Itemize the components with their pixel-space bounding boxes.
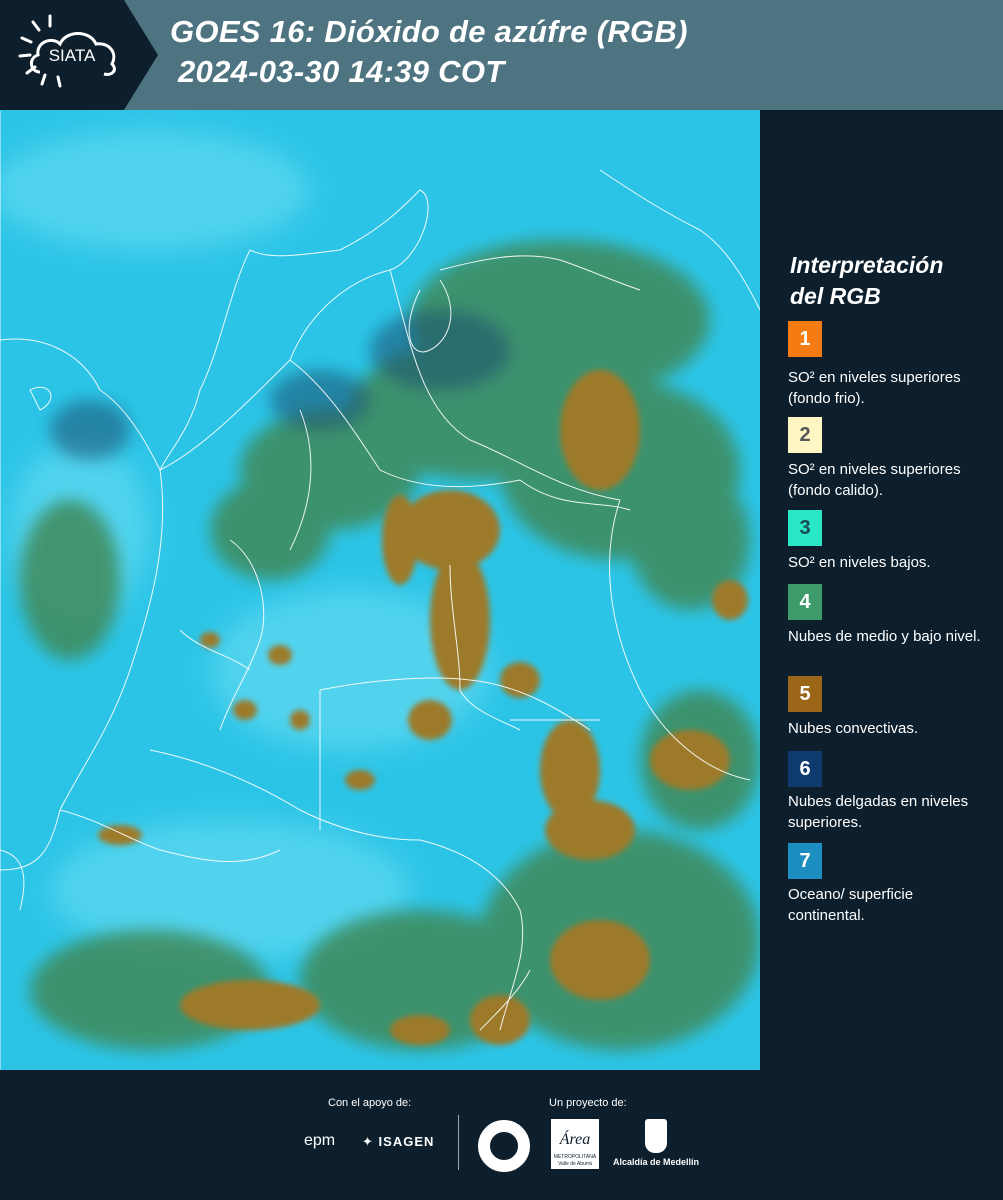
footer: Con el apoyo de: Un proyecto de: epm ✦ I…	[0, 1070, 1003, 1200]
legend-swatch-1: 1	[788, 321, 822, 357]
legend-label-3: SO² en niveles bajos.	[788, 554, 931, 571]
legend-number-2: 2	[799, 423, 811, 446]
legend-title-line1: Interpretación	[790, 252, 944, 278]
isagen-logo-text: ISAGEN	[378, 1134, 435, 1149]
legend-label-7: Oceano/ superficie continental.	[788, 886, 914, 924]
satellite-map[interactable]	[0, 110, 760, 1070]
area-metropolitana-logo: Área METROPOLITANA Valle de Aburrá	[551, 1119, 599, 1169]
legend-number-6: 6	[799, 757, 811, 780]
legend-swatch-4: 4	[788, 584, 822, 620]
legend-label-5: Nubes convectivas.	[788, 720, 919, 737]
area-logo-name: Área	[559, 1131, 591, 1148]
page-subtitle-datetime: 2024-03-30 14:39 COT	[178, 54, 505, 89]
medellin-seal-icon	[478, 1120, 530, 1172]
alcaldia-logo: Alcaldía de Medellín	[610, 1119, 702, 1171]
alcaldia-text: Alcaldía de Medellín	[612, 1157, 700, 1167]
support-caption: Con el apoyo de:	[328, 1097, 412, 1109]
legend-number-3: 3	[799, 516, 811, 539]
legend-number-7: 7	[799, 849, 811, 872]
legend-swatch-7: 7	[788, 843, 822, 879]
legend-title-line2: del RGB	[790, 283, 881, 309]
epm-logo-text: epm	[304, 1132, 336, 1149]
isagen-icon: ✦	[362, 1134, 374, 1149]
page-title: GOES 16: Dióxido de azúfre (RGB)	[170, 14, 688, 49]
isagen-logo: ✦ ISAGEN	[362, 1134, 434, 1150]
logo-text: SIATA	[49, 46, 96, 65]
project-caption: Un proyecto de:	[549, 1097, 627, 1109]
legend-number-4: 4	[799, 590, 811, 613]
legend-number-1: 1	[799, 327, 811, 350]
legend-swatch-2: 2	[788, 417, 822, 453]
legend-panel: Interpretación del RGB 1 SO² en niveles …	[760, 110, 1003, 1070]
siata-logo: SIATA	[0, 0, 158, 110]
epm-logo: epm	[304, 1132, 335, 1150]
alcaldia-shield-icon	[645, 1119, 667, 1153]
legend-label-2: SO² en niveles superiores (fondo calido)…	[788, 461, 961, 499]
area-logo-sub1: METROPOLITANA	[553, 1154, 597, 1160]
footer-divider	[458, 1115, 459, 1170]
legend-swatch-3: 3	[788, 510, 822, 546]
legend-label-6: Nubes delgadas en niveles superiores.	[788, 793, 969, 831]
legend-number-5: 5	[799, 682, 811, 705]
legend-swatch-5: 5	[788, 676, 822, 712]
area-logo-sub2: Valle de Aburrá	[558, 1161, 592, 1167]
legend-label-4: Nubes de medio y bajo nivel.	[788, 628, 981, 645]
legend-title: Interpretación del RGB	[790, 250, 990, 312]
legend-label-1: SO² en niveles superiores (fondo frio).	[788, 369, 961, 407]
header: SIATA GOES 16: Dióxido de azúfre (RGB) 2…	[0, 0, 1003, 110]
legend-swatch-6: 6	[788, 751, 822, 787]
